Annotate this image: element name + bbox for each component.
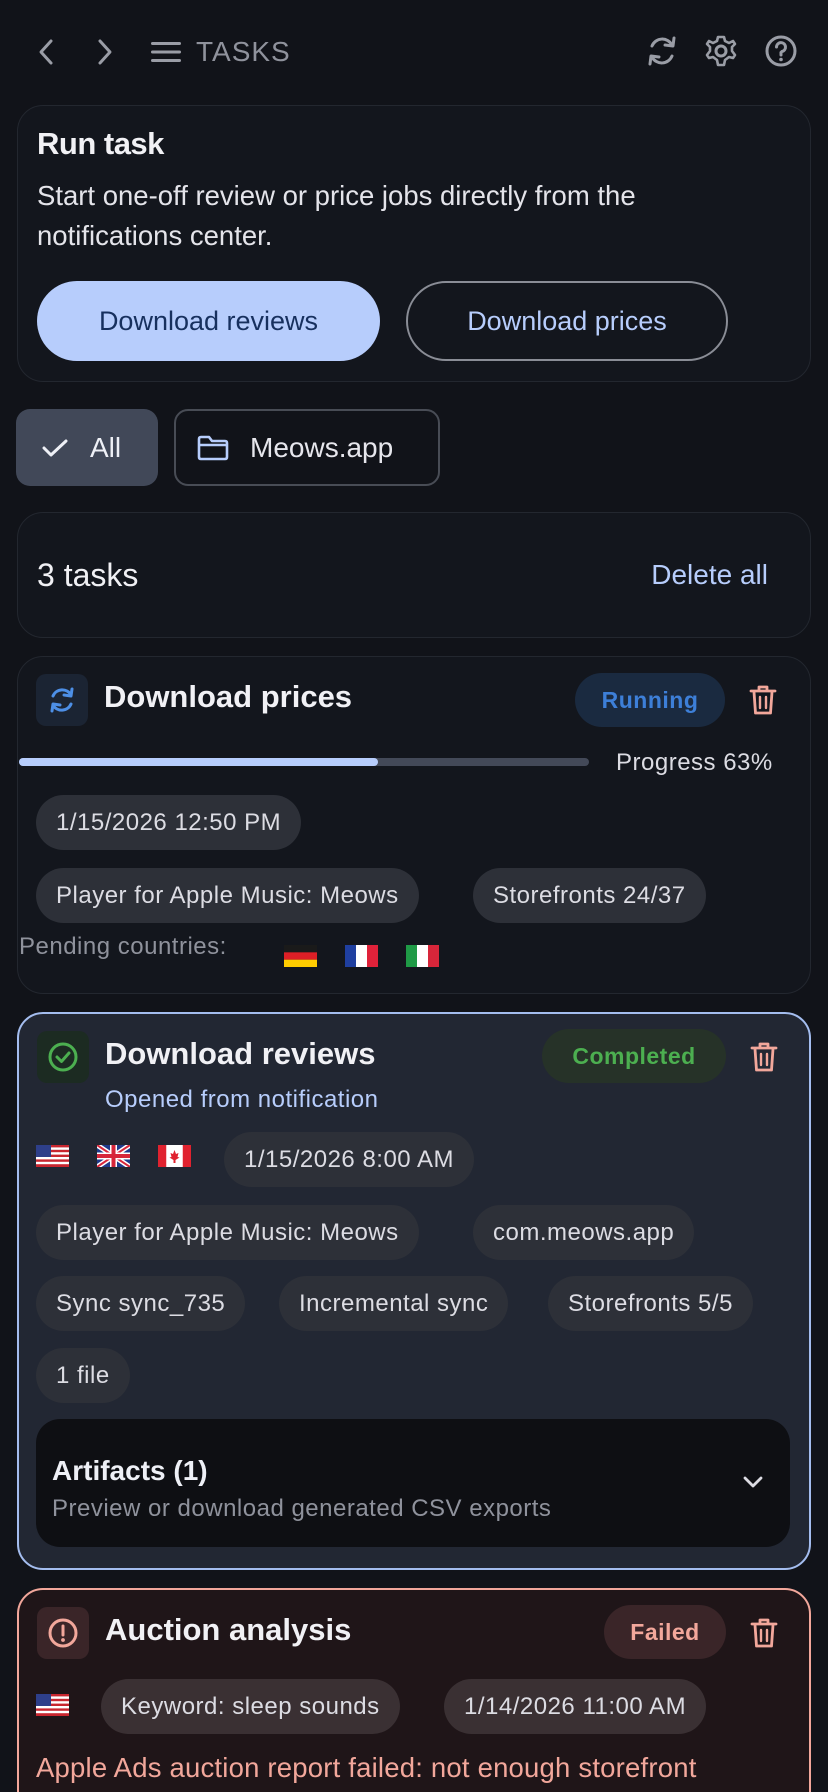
artifacts-title: Artifacts (1) [52,1455,208,1486]
sync-id-tag: Sync sync_735 [36,1276,246,1331]
flag-it-icon [406,945,439,967]
task-count: 3 tasks [37,557,139,593]
status-badge-failed: Failed [604,1605,726,1659]
delete-all-button[interactable]: Delete all [651,559,768,591]
settings-icon[interactable] [697,27,745,75]
run-task-card: Run task Start one-off review or price j… [17,105,811,382]
folder-icon [196,431,230,465]
help-icon[interactable] [757,27,805,75]
delete-task-trash-icon[interactable] [745,682,781,718]
flag-de-icon [284,945,317,967]
task-title: Download reviews [105,1036,376,1071]
check-circle-icon [37,1031,89,1083]
keyword-tag: Keyword: sleep sounds [101,1679,400,1734]
task-title: Download prices [104,679,353,714]
pending-countries-label: Pending countries: [19,933,227,960]
menu-icon[interactable] [142,28,190,76]
bundle-id-tag: com.meows.app [473,1205,695,1260]
error-message: Apple Ads auction report failed: not eno… [36,1752,697,1783]
flag-gb-icon [97,1145,130,1167]
refresh-icon[interactable] [638,27,686,75]
task-summary-card: 3 tasks Delete all [17,512,811,638]
top-bar: TASKS [0,0,828,104]
task-title: Auction analysis [105,1612,352,1647]
status-badge-running: Running [575,673,725,727]
sync-mode-tag: Incremental sync [279,1276,509,1331]
error-icon [37,1607,89,1659]
download-prices-button[interactable]: Download prices [406,281,728,361]
timestamp-tag: 1/15/2026 8:00 AM [224,1132,474,1187]
storefronts-tag: Storefronts 5/5 [548,1276,753,1331]
chevron-left-icon[interactable] [22,28,70,76]
flag-us-icon [36,1145,69,1167]
check-icon [38,431,72,465]
download-reviews-button[interactable]: Download reviews [37,281,380,361]
timestamp-tag: 1/14/2026 11:00 AM [444,1679,707,1734]
artifacts-panel[interactable]: Artifacts (1) Preview or download genera… [36,1419,790,1547]
flag-us-icon [36,1694,69,1716]
storefronts-tag: Storefronts 24/37 [473,868,706,923]
chevron-down-icon[interactable] [738,1467,768,1497]
flag-fr-icon [345,945,378,967]
file-count-tag: 1 file [36,1348,130,1403]
timestamp-tag: 1/15/2026 12:50 PM [36,795,302,850]
sync-icon [36,674,88,726]
filter-chip-app-label: Meows.app [250,431,394,463]
artifacts-subtitle: Preview or download generated CSV export… [52,1495,552,1522]
status-badge-completed: Completed [542,1029,726,1083]
app-name-tag: Player for Apple Music: Meows [36,1205,419,1260]
run-task-heading: Run task [37,126,164,161]
chevron-right-icon[interactable] [81,28,129,76]
delete-task-trash-icon[interactable] [746,1039,782,1075]
flag-ca-icon [158,1145,191,1167]
progress-bar [19,758,589,766]
progress-label: Progress 63% [616,749,773,776]
filter-chip-app[interactable]: Meows.app [174,409,440,486]
app-name-tag: Player for Apple Music: Meows [36,868,419,923]
progress-bar-fill [19,758,379,766]
run-task-description: Start one-off review or price jobs direc… [37,180,636,251]
delete-task-trash-icon[interactable] [746,1615,782,1651]
filter-chip-all[interactable]: All [16,409,158,486]
filter-chip-all-label: All [90,431,122,463]
page-title: TASKS [196,36,291,67]
opened-from-notification-note: Opened from notification [105,1086,379,1113]
